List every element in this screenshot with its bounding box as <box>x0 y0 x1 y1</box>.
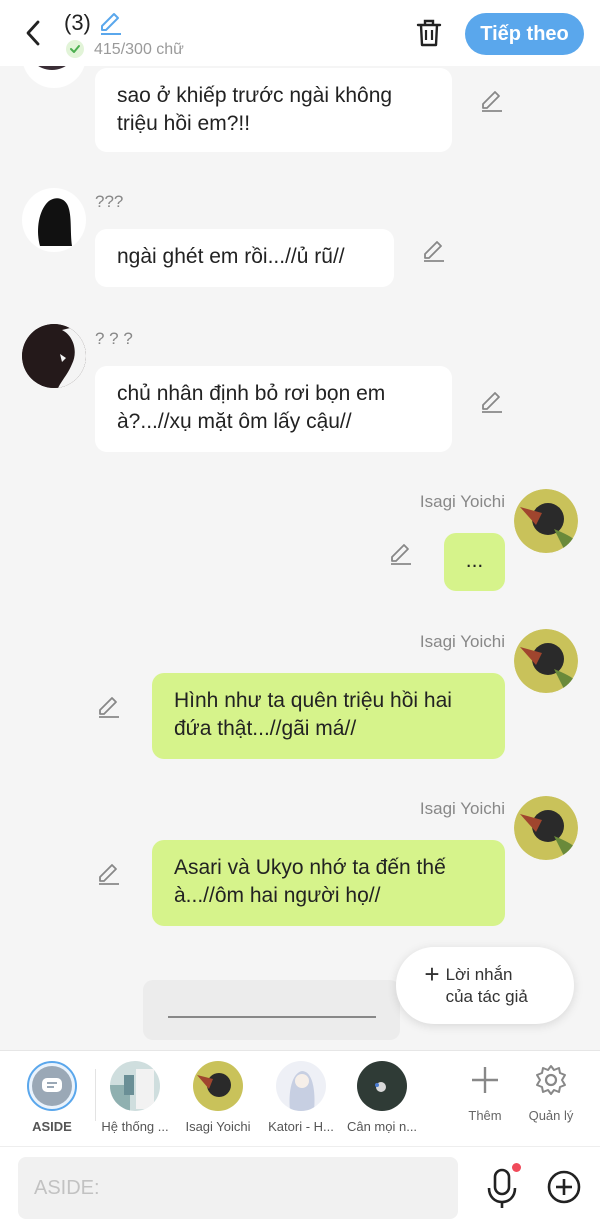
avatar <box>193 1061 243 1111</box>
chat-bubble-icon <box>42 1078 62 1092</box>
author-note-button[interactable]: + Lời nhắn của tác giả <box>396 947 574 1024</box>
chat-area[interactable]: sao ở khiếp trước ngài không triệu hồi e… <box>0 0 600 1050</box>
message-text: ngài ghét em rồi...//ủ rũ// <box>117 245 345 268</box>
message-bubble[interactable]: chủ nhân định bỏ rơi bọn em à?...//xụ mặ… <box>95 366 452 452</box>
edit-pencil-icon[interactable] <box>421 238 447 264</box>
character-name: Katori - H... <box>268 1119 334 1134</box>
avatar[interactable] <box>514 796 578 860</box>
sender-name: Isagi Yoichi <box>419 492 505 511</box>
message-text: à...//ôm hai người họ// <box>174 884 381 907</box>
add-circle-icon[interactable] <box>546 1169 582 1205</box>
avatar[interactable] <box>514 629 578 693</box>
notification-dot <box>512 1163 521 1172</box>
character-name: Cân mọi n... <box>346 1119 418 1134</box>
input-bar <box>0 1146 600 1229</box>
character-aside[interactable]: ASIDE <box>10 1061 94 1134</box>
message-text: à?...//xụ mặt ôm lấy cậu// <box>117 410 352 433</box>
aside-avatar <box>27 1061 77 1111</box>
manage-button[interactable]: Quản lý <box>521 1063 581 1123</box>
chapter-count: (3) <box>64 10 91 35</box>
sender-name: Isagi Yoichi <box>419 799 505 818</box>
message-text: triệu hồi em?!! <box>117 112 251 135</box>
top-bar: (3) 415/300 chữ Tiếp theo <box>0 0 600 66</box>
character-name: Hệ thống ... <box>101 1119 169 1134</box>
draft-message[interactable] <box>143 980 400 1040</box>
character-name: Isagi Yoichi <box>185 1119 251 1134</box>
message-bubble[interactable]: Hình như ta quên triệu hồi hai đứa thật.… <box>152 673 505 759</box>
add-character-button[interactable]: Thêm <box>455 1063 515 1123</box>
edit-pencil-icon[interactable] <box>479 88 505 114</box>
check-icon <box>66 40 84 58</box>
edit-pencil-icon[interactable] <box>96 861 122 887</box>
avatar[interactable] <box>22 188 86 252</box>
edit-pencil-icon[interactable] <box>96 694 122 720</box>
sender-name: ? ? ? <box>95 329 133 348</box>
message-text: sao ở khiếp trước ngài không <box>117 84 393 107</box>
avatar <box>357 1061 407 1111</box>
message-text: Hình như ta quên triệu hồi hai <box>174 689 452 712</box>
sender-name: Isagi Yoichi <box>419 632 505 651</box>
avatar <box>276 1061 326 1111</box>
chevron-left-icon <box>26 20 40 46</box>
word-count: 415/300 chữ <box>94 41 184 58</box>
message-bubble[interactable]: ... <box>444 533 505 591</box>
avatar[interactable] <box>514 489 578 553</box>
microphone-icon[interactable] <box>484 1167 520 1211</box>
sender-name: ??? <box>95 192 124 211</box>
character-system[interactable]: Hệ thống ... <box>93 1061 177 1134</box>
message-text: đứa thật...//gãi má// <box>174 717 357 740</box>
aside-message-input[interactable] <box>18 1157 458 1219</box>
character-bar: ASIDE Hệ thống ... Isagi Yoichi Katori -… <box>0 1050 600 1146</box>
avatar <box>110 1061 160 1111</box>
tool-label: Quản lý <box>528 1108 574 1123</box>
avatar[interactable] <box>22 324 86 388</box>
author-note-label: Lời nhắn <box>445 964 513 984</box>
plus-icon: + <box>424 959 440 989</box>
character-katori[interactable]: Katori - H... <box>259 1061 343 1134</box>
edit-title-icon[interactable] <box>98 10 124 36</box>
edit-pencil-icon[interactable] <box>388 541 414 567</box>
back-button[interactable] <box>18 16 48 50</box>
message-bubble[interactable]: sao ở khiếp trước ngài không triệu hồi e… <box>95 68 452 152</box>
character-can-moi[interactable]: Cân mọi n... <box>340 1061 424 1134</box>
next-button[interactable]: Tiếp theo <box>465 13 584 55</box>
gear-icon <box>536 1065 566 1095</box>
character-isagi[interactable]: Isagi Yoichi <box>176 1061 260 1134</box>
message-bubble[interactable]: ngài ghét em rồi...//ủ rũ// <box>95 229 394 287</box>
edit-pencil-icon[interactable] <box>479 389 505 415</box>
message-bubble[interactable]: Asari và Ukyo nhớ ta đến thế à...//ôm ha… <box>152 840 505 926</box>
plus-icon <box>472 1067 498 1093</box>
trash-icon <box>416 19 442 47</box>
tool-label: Thêm <box>468 1108 502 1123</box>
message-text: chủ nhân định bỏ rơi bọn em <box>117 382 386 405</box>
message-text: ... <box>465 549 484 572</box>
delete-button[interactable] <box>412 16 446 50</box>
author-note-label: của tác giả <box>445 986 528 1006</box>
message-text: Asari và Ukyo nhớ ta đến thế <box>174 856 446 879</box>
draft-line <box>168 1016 376 1018</box>
character-name: ASIDE <box>32 1119 72 1134</box>
